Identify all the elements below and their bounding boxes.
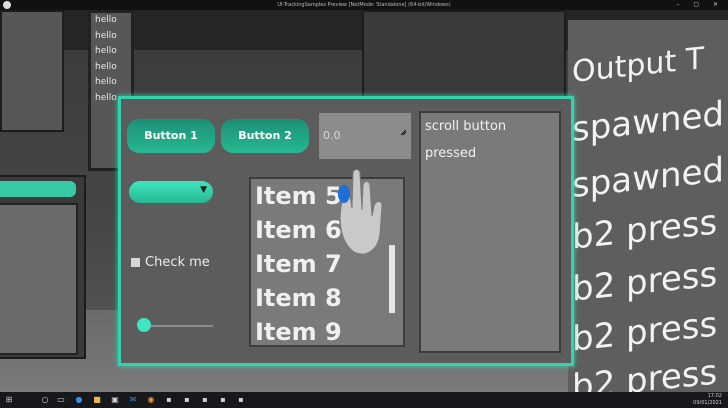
output-line: scroll button (425, 119, 507, 134)
app-icon[interactable]: ▪ (236, 395, 246, 405)
store-icon[interactable]: ▣ (110, 395, 120, 405)
hello-line: hello (95, 46, 117, 56)
window-controls[interactable]: – ▢ ✕ (676, 0, 724, 10)
slider-thumb[interactable] (137, 318, 151, 332)
checkbox-label: Check me (145, 255, 210, 270)
side-panel-combo[interactable] (0, 181, 76, 197)
list-item[interactable]: Item 9 (251, 315, 403, 345)
clock-time: 17:02 (707, 393, 722, 399)
output-text-box: scroll button pressed (419, 111, 561, 353)
text-field[interactable]: 0.0 (319, 113, 411, 159)
resize-icon (400, 129, 407, 136)
chevron-down-icon: ▼ (200, 185, 207, 195)
background-panel-center (362, 10, 566, 104)
hello-line: hello (95, 30, 117, 41)
button-2[interactable]: Button 2 (221, 119, 309, 153)
hello-line: hello (95, 77, 117, 87)
slider-track[interactable] (141, 325, 213, 327)
app-icon[interactable]: ▪ (218, 395, 228, 405)
window-title: UI-TrackingSamples Preview [NetMode: Sta… (277, 2, 451, 8)
search-icon[interactable]: ○ (40, 395, 50, 405)
app-icon[interactable]: ▪ (200, 395, 210, 405)
button-1[interactable]: Button 1 (127, 119, 215, 153)
list-scrollbar[interactable] (389, 245, 395, 313)
dropdown-combo[interactable]: ▼ (129, 181, 213, 203)
output-line: pressed (425, 146, 477, 161)
side-panel-content (0, 203, 78, 355)
unreal-logo-icon (3, 1, 11, 9)
windows-taskbar: ⊞ ○ ▭ ● ■ ▣ ✉ ◉ ▪ ▪ ▪ ▪ ▪ 17:02 09/01/20… (0, 392, 728, 408)
checkbox-box[interactable] (131, 258, 140, 267)
windows-start-icon[interactable]: ⊞ (4, 395, 14, 405)
app-icon[interactable]: ▪ (182, 395, 192, 405)
clock-date: 09/01/2021 (693, 400, 722, 406)
task-view-icon[interactable]: ▭ (56, 395, 66, 405)
checkbox-check-me[interactable]: Check me (131, 255, 210, 270)
app-icon[interactable]: ▪ (164, 395, 174, 405)
background-panel-left (0, 10, 64, 132)
chrome-icon[interactable]: ◉ (146, 395, 156, 405)
text-field-value: 0.0 (323, 129, 341, 142)
hello-line: hello (95, 15, 117, 25)
edge-icon[interactable]: ● (74, 395, 84, 405)
side-ui-panel (0, 175, 86, 359)
file-explorer-icon[interactable]: ■ (92, 395, 102, 405)
list-item[interactable]: Item 8 (251, 281, 403, 315)
system-clock[interactable]: 17:02 09/01/2021 (693, 393, 722, 407)
vr-hand-pointer-icon (338, 169, 383, 255)
hello-line: hello (95, 61, 117, 72)
mail-icon[interactable]: ✉ (128, 395, 138, 405)
window-title-bar: UI-TrackingSamples Preview [NetMode: Sta… (0, 0, 728, 10)
